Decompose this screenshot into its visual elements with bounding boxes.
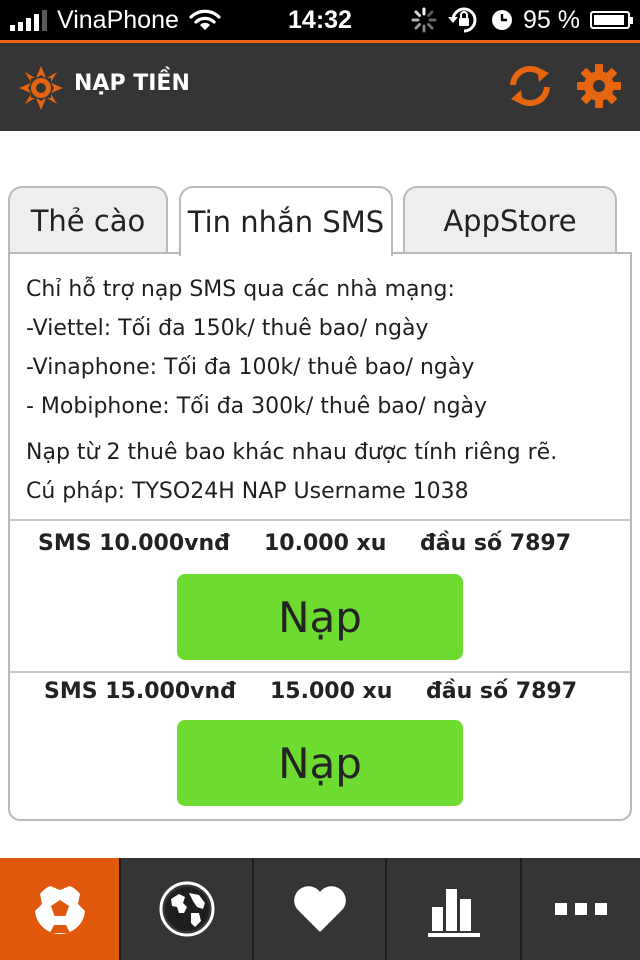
- info-line: - Mobiphone: Tối đa 300k/ thuê bao/ ngày: [26, 394, 488, 419]
- battery-icon: [590, 11, 633, 29]
- info-line: -Vinaphone: Tối đa 100k/ thuê bao/ ngày: [26, 355, 475, 380]
- rotation-lock-icon: [448, 7, 477, 33]
- globe-icon: [159, 881, 214, 937]
- tab-the-cao[interactable]: Thẻ cào: [8, 186, 168, 254]
- package-price: SMS 15.000vnđ: [44, 679, 236, 704]
- divider: [10, 519, 630, 521]
- status-bar: VinaPhone 14:32 95 %: [0, 0, 640, 40]
- nav-football[interactable]: [0, 858, 119, 960]
- status-right: 95 %: [411, 4, 633, 36]
- divider: [10, 671, 630, 673]
- alarm-clock-icon: [492, 10, 513, 30]
- tab-label: Thẻ cào: [30, 204, 146, 238]
- app-logo-icon: [19, 66, 63, 110]
- package-price: SMS 10.000vnđ: [38, 531, 230, 556]
- nav-stats[interactable]: [387, 858, 520, 960]
- tab-tin-nhan-sms[interactable]: Tin nhắn SMS: [179, 186, 393, 256]
- info-line: -Viettel: Tối đa 150k/ thuê bao/ ngày: [26, 316, 429, 341]
- nav-more[interactable]: [522, 858, 640, 960]
- package-shortcode: đầu số 7897: [426, 679, 578, 704]
- tab-label: AppStore: [443, 204, 577, 238]
- page-title: NẠP TIỀN: [74, 71, 190, 96]
- nav-world[interactable]: [121, 858, 252, 960]
- bar-chart-icon: [427, 889, 480, 937]
- heart-icon: [293, 886, 346, 932]
- tab-label: Tin nhắn SMS: [187, 205, 385, 239]
- tab-appstore[interactable]: AppStore: [403, 186, 617, 254]
- package-amount: 10.000 xu: [264, 531, 387, 556]
- info-note: Nạp từ 2 thuê bao khác nhau được tính ri…: [26, 440, 558, 465]
- syntax-line: Cú pháp: TYSO24H NAP Username 1038: [26, 479, 469, 504]
- app-header: NẠP TIỀN: [0, 43, 640, 131]
- info-line: Chỉ hỗ trợ nạp SMS qua các nhà mạng:: [26, 277, 455, 302]
- more-dots-icon: [555, 903, 607, 915]
- bottom-nav-bar: [0, 858, 640, 960]
- package-shortcode: đầu số 7897: [420, 531, 572, 556]
- sms-info-text: Chỉ hỗ trợ nạp SMS qua các nhà mạng: -Vi…: [26, 270, 557, 511]
- package-amount: 15.000 xu: [270, 679, 393, 704]
- nav-favorites[interactable]: [254, 858, 385, 960]
- nap-button-10000[interactable]: Nạp: [177, 574, 463, 660]
- battery-percent: 95 %: [523, 5, 580, 34]
- settings-gear-icon[interactable]: [576, 63, 622, 109]
- refresh-icon[interactable]: [505, 63, 555, 109]
- nap-button-15000[interactable]: Nạp: [177, 720, 463, 806]
- soccer-ball-icon: [32, 882, 87, 936]
- loading-spinner-icon: [411, 7, 437, 33]
